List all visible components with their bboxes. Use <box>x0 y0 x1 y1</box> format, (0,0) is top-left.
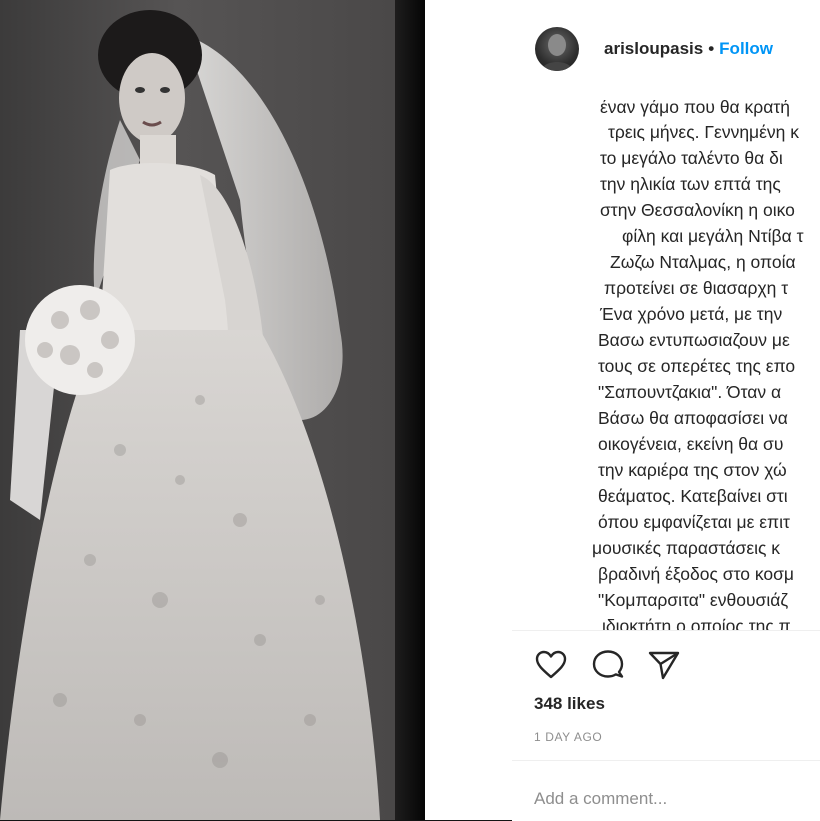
avatar[interactable] <box>535 27 579 71</box>
avatar-image <box>541 34 573 71</box>
follow-button[interactable]: Follow <box>719 39 773 58</box>
caption-line: τρεις μήνες. Γεννημένη κ <box>608 122 800 142</box>
caption-line: "Σαπουντζακια". Όταν α <box>598 382 782 402</box>
caption-line: βραδινή έξοδος στο κοσμ <box>598 564 794 584</box>
caption-line: μουσικές παραστάσεις κ <box>592 538 781 558</box>
caption-line: Βάσω θα αποφασίσει να <box>598 408 788 428</box>
comment-section <box>512 760 820 821</box>
heart-icon[interactable] <box>534 648 568 682</box>
caption-line: το μεγάλο ταλέντο θα δι <box>600 148 783 168</box>
caption-line: προτείνει σε θιασαρχη τ <box>604 278 789 298</box>
photo-frame-shadow <box>395 0 425 820</box>
caption-line: Βασω εντυπωσιαζουν με <box>598 330 790 350</box>
caption-line: στην Θεσσαλονίκη η οικο <box>600 200 795 220</box>
post-gap <box>425 0 512 820</box>
post-caption: έναν γάμο που θα κρατή τρεις μήνες. Γενν… <box>512 100 820 630</box>
post-photo-panel <box>0 0 425 820</box>
caption-line: ιδιοκτήτη ο οποίος της π <box>602 616 791 630</box>
post-photo <box>0 0 395 820</box>
caption-line: όπου εμφανίζεται με επιτ <box>598 512 790 532</box>
caption-line: Ένα χρόνο μετά, με την <box>600 304 783 324</box>
caption-line: φίλη και μεγάλη Ντίβα τ <box>622 226 804 246</box>
username-link[interactable]: arisloupasis <box>604 39 703 58</box>
header-separator: • <box>708 39 715 58</box>
caption-line: "Κομπαρσιτα" ενθουσιάζ <box>598 590 789 610</box>
caption-line: έναν γάμο που θα κρατή <box>600 100 790 117</box>
likes-count[interactable]: 348 likes <box>534 694 605 714</box>
post-panel: arisloupasis • Follow έναν γάμο που θα κρα… <box>512 0 820 821</box>
comment-icon[interactable] <box>591 648 625 682</box>
post-author: arisloupasis • Follow <box>604 39 773 59</box>
caption-line: τους σε οπερέτες της επο <box>598 356 796 376</box>
post-actions: 348 likes 1 DAY AGO <box>512 630 820 761</box>
bride-photo-illustration <box>0 10 380 820</box>
caption-line: οικογένεια, εκείνη θα συ <box>598 434 784 454</box>
paper-plane-icon[interactable] <box>647 648 681 682</box>
caption-line: θεάματος. Κατεβαίνει στι <box>598 486 788 506</box>
post-header: arisloupasis • Follow <box>512 0 820 101</box>
caption-line: Ζωζω Νταλμας, η οποία <box>610 252 796 272</box>
post-timestamp[interactable]: 1 DAY AGO <box>534 730 602 744</box>
caption-line: την καριέρα της στον χώ <box>598 460 787 480</box>
caption-line: την ηλικία των επτά της <box>600 174 781 194</box>
comment-input[interactable] <box>534 785 804 813</box>
